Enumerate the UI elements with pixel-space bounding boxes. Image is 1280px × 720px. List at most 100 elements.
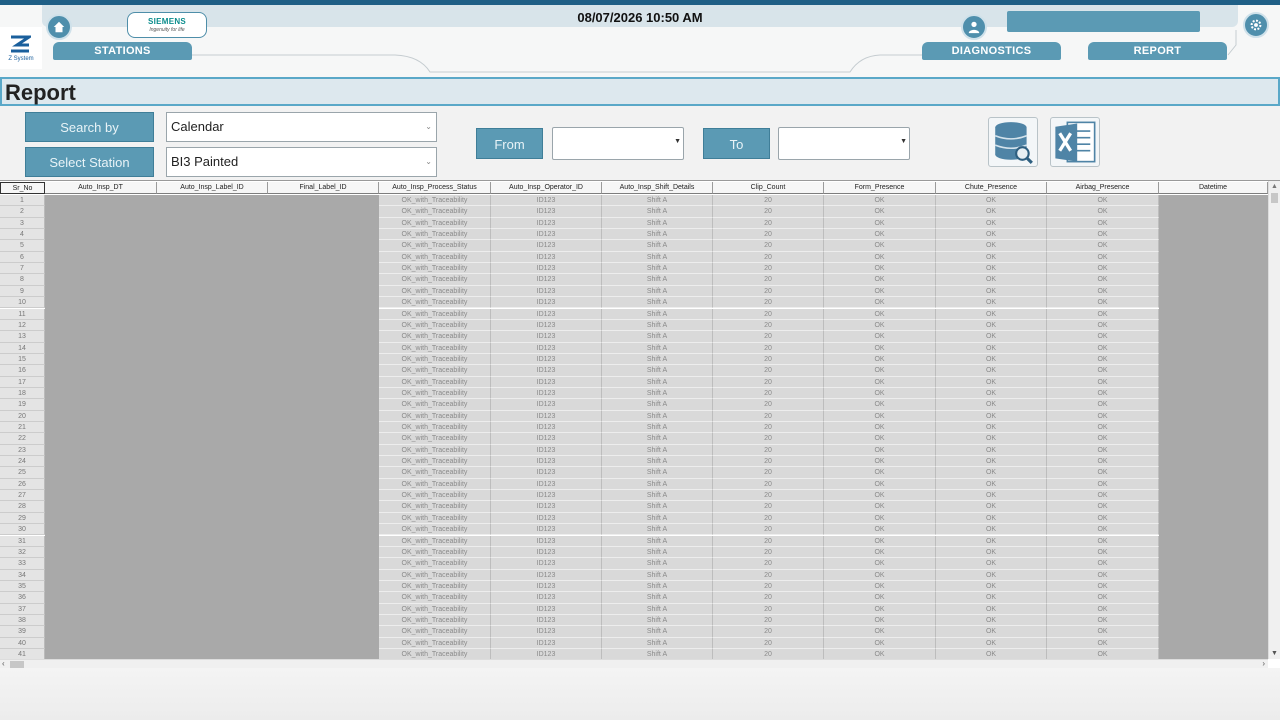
column-header-final-label-id[interactable]: Final_Label_ID [268, 182, 379, 194]
table-row[interactable]: 29 OK_with_Traceability ID123 Shift A 20 OK OK… [0, 512, 1268, 525]
table-row[interactable]: 11 OK_with_Traceability ID123 Shift A 20 OK OK… [0, 308, 1268, 320]
tab-report[interactable]: REPORT [1088, 42, 1227, 60]
table-row[interactable]: 25 OK_with_Traceability ID123 Shift A 20 OK OK… [0, 467, 1268, 479]
table-row[interactable]: 2 OK_with_Traceability ID123 Shift A 20 OK OK O… [0, 206, 1268, 218]
scroll-left-icon[interactable]: ‹ [2, 659, 5, 668]
cell-sr-no: 37 [0, 603, 45, 615]
cell-form-presence: OK [824, 319, 936, 332]
select-station-select[interactable]: BI3 Painted ⌄ [166, 147, 437, 177]
scroll-up-icon[interactable]: ▲ [1271, 183, 1278, 190]
table-row[interactable]: 6 OK_with_Traceability ID123 Shift A 20 OK OK O… [0, 251, 1268, 264]
table-row[interactable]: 12 OK_with_Traceability ID123 Shift A 20 OK OK… [0, 319, 1268, 332]
table-row[interactable]: 26 OK_with_Traceability ID123 Shift A 20 OK OK… [0, 478, 1268, 491]
table-row[interactable]: 18 OK_with_Traceability ID123 Shift A 20 OK OK… [0, 387, 1268, 400]
table-row[interactable]: 32 OK_with_Traceability ID123 Shift A 20 OK OK… [0, 546, 1268, 559]
table-row[interactable]: 27 OK_with_Traceability ID123 Shift A 20 OK OK… [0, 490, 1268, 502]
column-header-auto-insp-dt[interactable]: Auto_Insp_DT [45, 182, 157, 194]
status-box [1007, 11, 1200, 32]
column-header-airbag-presence[interactable]: Airbag_Presence [1047, 182, 1159, 194]
table-row[interactable]: 4 OK_with_Traceability ID123 Shift A 20 OK OK O… [0, 229, 1268, 241]
table-row[interactable]: 20 OK_with_Traceability ID123 Shift A 20 OK OK… [0, 410, 1268, 422]
table-row[interactable]: 40 OK_with_Traceability ID123 Shift A 20 OK OK… [0, 637, 1268, 649]
table-row[interactable]: 34 OK_with_Traceability ID123 Shift A 20 OK OK… [0, 569, 1268, 581]
search-database-button[interactable] [988, 117, 1038, 167]
table-row[interactable]: 3 OK_with_Traceability ID123 Shift A 20 OK OK O… [0, 217, 1268, 230]
cell-auto-insp-shift-details: Shift A [602, 229, 713, 241]
scroll-right-icon[interactable]: › [1262, 659, 1265, 668]
table-row[interactable]: 5 OK_with_Traceability ID123 Shift A 20 OK OK O… [0, 240, 1268, 252]
table-row[interactable]: 14 OK_with_Traceability ID123 Shift A 20 OK OK… [0, 342, 1268, 354]
cell-auto-insp-operator-id: ID123 [491, 422, 602, 434]
user-button[interactable] [961, 14, 987, 40]
cell-airbag-presence: OK [1047, 444, 1159, 457]
table-row[interactable]: 21 OK_with_Traceability ID123 Shift A 20 OK OK… [0, 422, 1268, 434]
cell-form-presence: OK [824, 285, 936, 298]
to-date-picker[interactable]: ▼ [778, 127, 910, 160]
table-row[interactable]: 16 OK_with_Traceability ID123 Shift A 20 OK OK… [0, 365, 1268, 377]
cell-auto-insp-process-status: OK_with_Traceability [379, 524, 491, 536]
column-header-sr-no[interactable]: Sr_No [0, 182, 45, 194]
table-row[interactable]: 8 OK_with_Traceability ID123 Shift A 20 OK OK O… [0, 274, 1268, 286]
cell-sr-no: 39 [0, 626, 45, 638]
scroll-down-icon[interactable]: ▼ [1271, 650, 1278, 657]
table-row[interactable]: 19 OK_with_Traceability ID123 Shift A 20 OK OK… [0, 399, 1268, 411]
vertical-scroll-thumb[interactable] [1271, 193, 1278, 203]
page-title-bar: Report [0, 77, 1280, 106]
horizontal-scrollbar[interactable]: ‹ › [0, 659, 1268, 668]
cell-auto-insp-shift-details: Shift A [602, 342, 713, 354]
cell-auto-insp-shift-details: Shift A [602, 512, 713, 525]
table-row[interactable]: 23 OK_with_Traceability ID123 Shift A 20 OK OK… [0, 444, 1268, 457]
column-header-clip-count[interactable]: Clip_Count [713, 182, 824, 194]
vertical-scrollbar[interactable]: ▲ ▼ [1268, 181, 1280, 659]
table-row[interactable]: 7 OK_with_Traceability ID123 Shift A 20 OK OK O… [0, 263, 1268, 275]
table-row[interactable]: 37 OK_with_Traceability ID123 Shift A 20 OK OK… [0, 603, 1268, 615]
table-row[interactable]: 10 OK_with_Traceability ID123 Shift A 20 OK OK… [0, 297, 1268, 309]
column-header-datetime[interactable]: Datetime [1159, 182, 1268, 194]
column-header-auto-insp-operator-id[interactable]: Auto_Insp_Operator_ID [491, 182, 602, 194]
table-row[interactable]: 31 OK_with_Traceability ID123 Shift A 20 OK OK… [0, 535, 1268, 547]
cell-sr-no: 22 [0, 433, 45, 445]
cell-sr-no: 34 [0, 569, 45, 581]
column-header-auto-insp-process-status[interactable]: Auto_Insp_Process_Status [379, 182, 491, 194]
cell-auto-insp-shift-details: Shift A [602, 456, 713, 468]
tab-diagnostics[interactable]: DIAGNOSTICS [922, 42, 1061, 60]
table-row[interactable]: 39 OK_with_Traceability ID123 Shift A 20 OK OK… [0, 626, 1268, 638]
horizontal-scroll-thumb[interactable] [10, 661, 24, 668]
table-row[interactable]: 38 OK_with_Traceability ID123 Shift A 20 OK OK… [0, 614, 1268, 627]
settings-button[interactable] [1243, 12, 1269, 38]
column-header-form-presence[interactable]: Form_Presence [824, 182, 936, 194]
table-row[interactable]: 36 OK_with_Traceability ID123 Shift A 20 OK OK… [0, 592, 1268, 604]
table-row[interactable]: 1 OK_with_Traceability ID123 Shift A 20 OK OK O… [0, 195, 1268, 207]
cell-clip-count: 20 [713, 535, 824, 547]
cell-form-presence: OK [824, 433, 936, 445]
column-header-auto-insp-shift-details[interactable]: Auto_Insp_Shift_Details [602, 182, 713, 194]
table-row[interactable]: 30 OK_with_Traceability ID123 Shift A 20 OK OK… [0, 524, 1268, 536]
table-row[interactable]: 35 OK_with_Traceability ID123 Shift A 20 OK OK… [0, 580, 1268, 593]
export-excel-button[interactable] [1050, 117, 1100, 167]
cell-auto-insp-operator-id: ID123 [491, 217, 602, 230]
cell-clip-count: 20 [713, 240, 824, 252]
cell-clip-count: 20 [713, 229, 824, 241]
report-table[interactable]: Sr_No Auto_Insp_DT Auto_Insp_Label_ID Final… [0, 180, 1280, 668]
table-row[interactable]: 22 OK_with_Traceability ID123 Shift A 20 OK OK… [0, 433, 1268, 445]
table-row[interactable]: 28 OK_with_Traceability ID123 Shift A 20 OK OK… [0, 501, 1268, 513]
cell-airbag-presence: OK [1047, 558, 1159, 570]
search-by-select[interactable]: Calendar ⌄ [166, 112, 437, 142]
table-row[interactable]: 17 OK_with_Traceability ID123 Shift A 20 OK OK… [0, 376, 1268, 388]
cell-sr-no: 6 [0, 251, 45, 264]
table-row[interactable]: 13 OK_with_Traceability ID123 Shift A 20 OK OK… [0, 331, 1268, 343]
table-row[interactable]: 9 OK_with_Traceability ID123 Shift A 20 OK OK O… [0, 285, 1268, 298]
cell-auto-insp-process-status: OK_with_Traceability [379, 331, 491, 343]
cell-clip-count: 20 [713, 319, 824, 332]
from-date-picker[interactable]: ▼ [552, 127, 684, 160]
table-row[interactable]: 33 OK_with_Traceability ID123 Shift A 20 OK OK… [0, 558, 1268, 570]
home-button[interactable] [46, 14, 72, 40]
table-row[interactable]: 24 OK_with_Traceability ID123 Shift A 20 OK OK… [0, 456, 1268, 468]
cell-sr-no: 28 [0, 501, 45, 513]
cell-auto-insp-process-status: OK_with_Traceability [379, 240, 491, 252]
cell-chute-presence: OK [936, 229, 1047, 241]
column-header-auto-insp-label-id[interactable]: Auto_Insp_Label_ID [157, 182, 268, 194]
column-header-chute-presence[interactable]: Chute_Presence [936, 182, 1047, 194]
table-row[interactable]: 15 OK_with_Traceability ID123 Shift A 20 OK OK… [0, 353, 1268, 366]
tab-stations[interactable]: STATIONS [53, 42, 192, 60]
